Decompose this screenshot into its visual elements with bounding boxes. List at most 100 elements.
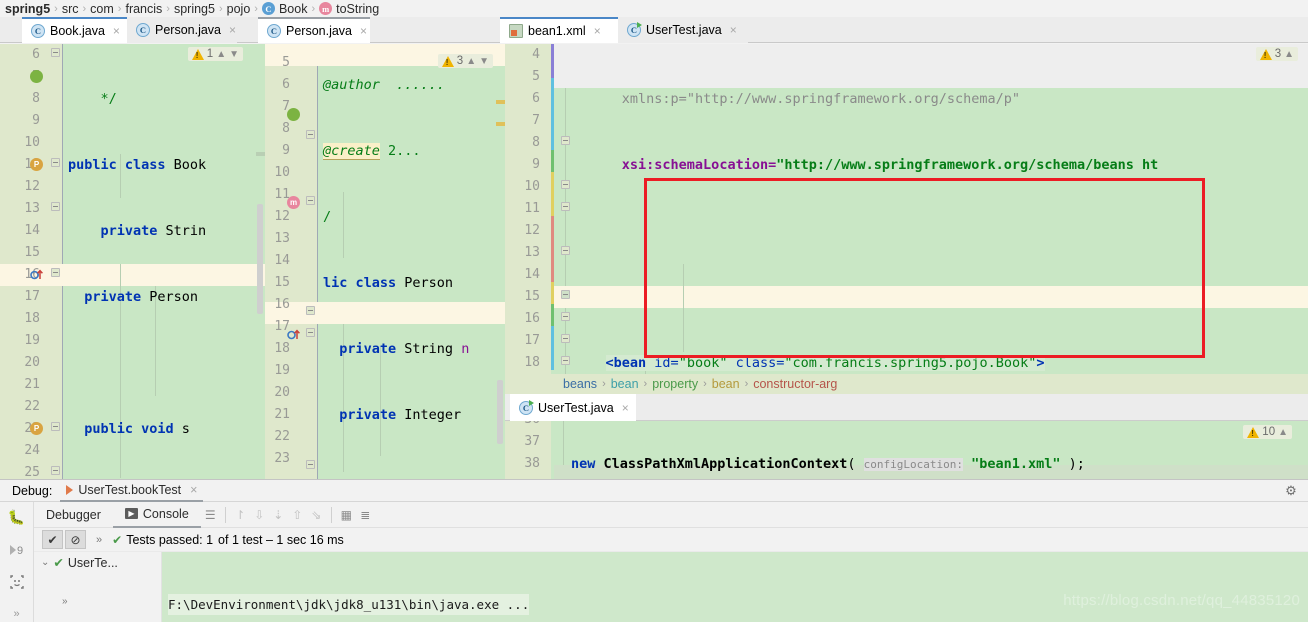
fold-column-person[interactable]	[305, 44, 317, 479]
xml-crumb-property[interactable]: property	[652, 377, 698, 391]
editor-usertest-java[interactable]: 36 37 38 new ClassPathXmlApplicationCont…	[505, 421, 1308, 479]
fold-toggle[interactable]	[561, 356, 570, 365]
fold-toggle[interactable]	[561, 136, 570, 145]
class-run-marker[interactable]	[287, 108, 300, 121]
chevron-up-icon[interactable]: ▲	[1284, 49, 1294, 60]
fold-toggle[interactable]	[561, 180, 570, 189]
step-out-icon[interactable]: ⇧	[288, 505, 307, 524]
restore-layout-icon[interactable]	[8, 573, 26, 590]
xml-crumb-constructor-arg[interactable]: constructor-arg	[753, 377, 837, 391]
navigation-breadcrumb[interactable]: spring5 › src › com › francis › spring5 …	[0, 0, 1308, 17]
frames-icon[interactable]: 9	[8, 541, 26, 558]
test-tree[interactable]: ⌄ ✔ UserTe... »	[34, 552, 162, 622]
fold-toggle[interactable]	[51, 202, 60, 211]
fold-toggle[interactable]	[51, 422, 60, 431]
bug-icon[interactable]: 🐛	[8, 509, 26, 526]
chevron-down-icon[interactable]: ▼	[479, 56, 489, 67]
test-tree-row[interactable]: ⌄ ✔ UserTe...	[34, 552, 161, 573]
breadcrumb-item-spring5-pkg[interactable]: spring5	[171, 2, 218, 16]
breadcrumb-item-pojo[interactable]: pojo	[224, 2, 254, 16]
tab-debugger[interactable]: Debugger	[34, 502, 113, 528]
code-text-person[interactable]: @author ...... @create 2... / lic class …	[323, 44, 469, 479]
override-marker[interactable]	[287, 328, 300, 341]
chevron-up-icon[interactable]: ▲	[216, 49, 226, 60]
code-text-book[interactable]: */ public class Book private Strin priva…	[68, 44, 222, 479]
scrollbar-thumb-person[interactable]	[497, 380, 503, 444]
expand-toolbar-icon[interactable]: »	[86, 534, 112, 546]
breadcrumb-item-src[interactable]: src	[59, 2, 82, 16]
tab-usertest-java[interactable]: C UserTest.java ×	[618, 17, 748, 43]
fold-toggle[interactable]	[306, 328, 315, 337]
chevron-up-icon[interactable]: ▲	[466, 56, 476, 67]
ignore-tests-button[interactable]: ⊘	[65, 530, 86, 549]
fold-toggle[interactable]	[51, 466, 60, 475]
error-stripe-mark[interactable]	[496, 100, 505, 104]
breadcrumb-item-tostring[interactable]: m toString	[316, 2, 382, 16]
breadcrumb-item-spring5[interactable]: spring5	[2, 2, 53, 16]
more-icon[interactable]: »	[62, 596, 68, 607]
breadcrumb-item-com[interactable]: com	[87, 2, 117, 16]
evaluate-icon[interactable]: ▦	[337, 505, 356, 524]
inspection-widget-person[interactable]: 3 ▲ ▼	[437, 54, 493, 68]
breadcrumb-item-book[interactable]: C Book	[259, 2, 311, 16]
tab-bean1-xml[interactable]: bean1.xml ×	[500, 17, 618, 43]
force-step-into-icon[interactable]: ⇣	[269, 505, 288, 524]
tab-person-java-2[interactable]: C Person.java ×	[258, 17, 370, 43]
debug-config-tab[interactable]: UserTest.bookTest ×	[60, 479, 204, 502]
fold-toggle[interactable]	[51, 48, 60, 57]
close-icon[interactable]: ×	[226, 23, 236, 37]
close-icon[interactable]: ×	[591, 24, 601, 38]
close-icon[interactable]: ×	[357, 24, 367, 38]
scrollbar-thumb-book[interactable]	[257, 204, 263, 314]
override-marker[interactable]	[30, 268, 43, 281]
fold-toggle[interactable]	[306, 460, 315, 469]
menu-icon[interactable]: ☰	[201, 505, 220, 524]
fold-toggle[interactable]	[306, 130, 315, 139]
editor-bean1-xml[interactable]: 4 5 6 7 8 9 10 11 12 13 14 15 16 17 18 x…	[505, 44, 1308, 374]
fold-toggle[interactable]	[306, 306, 315, 315]
tab-book-java[interactable]: C Book.java ×	[22, 17, 127, 43]
step-over-icon[interactable]: ↾	[231, 505, 250, 524]
property-marker[interactable]: P	[30, 158, 43, 171]
class-run-marker[interactable]	[30, 70, 43, 83]
fold-toggle[interactable]	[561, 290, 570, 299]
run-to-cursor-icon[interactable]: ⇘	[307, 505, 326, 524]
editor-person-java[interactable]: 4 5 6 7 8 9 10 11 12 13 14 15 16 17 18 1…	[265, 44, 505, 479]
fold-column-book[interactable]	[50, 44, 62, 479]
constructor-marker[interactable]: m	[287, 196, 300, 209]
code-text-usertest[interactable]: new ClassPathXmlApplicationContext( conf…	[571, 421, 1085, 479]
xml-crumb-bean[interactable]: bean	[611, 377, 639, 391]
editor-book-java[interactable]: 6 7 8 9 10 11 12 13 14 15 16 17 18 19 20…	[0, 44, 265, 479]
close-icon[interactable]: ×	[110, 24, 120, 38]
fold-toggle[interactable]	[51, 158, 60, 167]
chevron-down-icon[interactable]: ▼	[229, 49, 239, 60]
xml-crumb-beans[interactable]: beans	[563, 377, 597, 391]
rerun-tests-button[interactable]: ✔	[42, 530, 63, 549]
fold-toggle[interactable]	[306, 196, 315, 205]
chevron-up-icon[interactable]: ▲	[1278, 427, 1288, 438]
breadcrumb-item-francis[interactable]: francis	[122, 2, 165, 16]
code-text-xml[interactable]: xmlns:p="http://www.springframework.org/…	[573, 44, 1158, 374]
chevron-down-icon[interactable]: ⌄	[41, 557, 49, 568]
inspection-widget-xml[interactable]: 3 ▲	[1255, 47, 1298, 61]
inspection-widget-usertest[interactable]: 10 ▲	[1243, 425, 1292, 439]
tab-person-java-1[interactable]: C Person.java ×	[127, 17, 237, 43]
fold-toggle[interactable]	[561, 246, 570, 255]
fold-toggle[interactable]	[561, 312, 570, 321]
close-icon[interactable]: ×	[186, 483, 197, 497]
error-stripe-mark[interactable]	[256, 152, 265, 156]
fold-toggle[interactable]	[561, 202, 570, 211]
xml-structure-breadcrumb[interactable]: beans › bean › property › bean › constru…	[505, 374, 1308, 394]
more-icon[interactable]: »	[8, 605, 26, 622]
inspection-widget-book[interactable]: 1 ▲ ▼	[187, 47, 243, 61]
close-icon[interactable]: ×	[619, 401, 629, 415]
gear-icon[interactable]: ⚙	[1284, 484, 1298, 498]
tab-usertest-java-split[interactable]: C UserTest.java ×	[510, 394, 636, 421]
settings-icon[interactable]: ≣	[356, 505, 375, 524]
close-icon[interactable]: ×	[727, 23, 737, 37]
xml-crumb-inner-bean[interactable]: bean	[712, 377, 740, 391]
property-marker[interactable]: P	[30, 422, 43, 435]
fold-toggle[interactable]	[561, 334, 570, 343]
fold-toggle[interactable]	[51, 268, 60, 277]
tab-console[interactable]: ▶ Console	[112, 502, 201, 528]
